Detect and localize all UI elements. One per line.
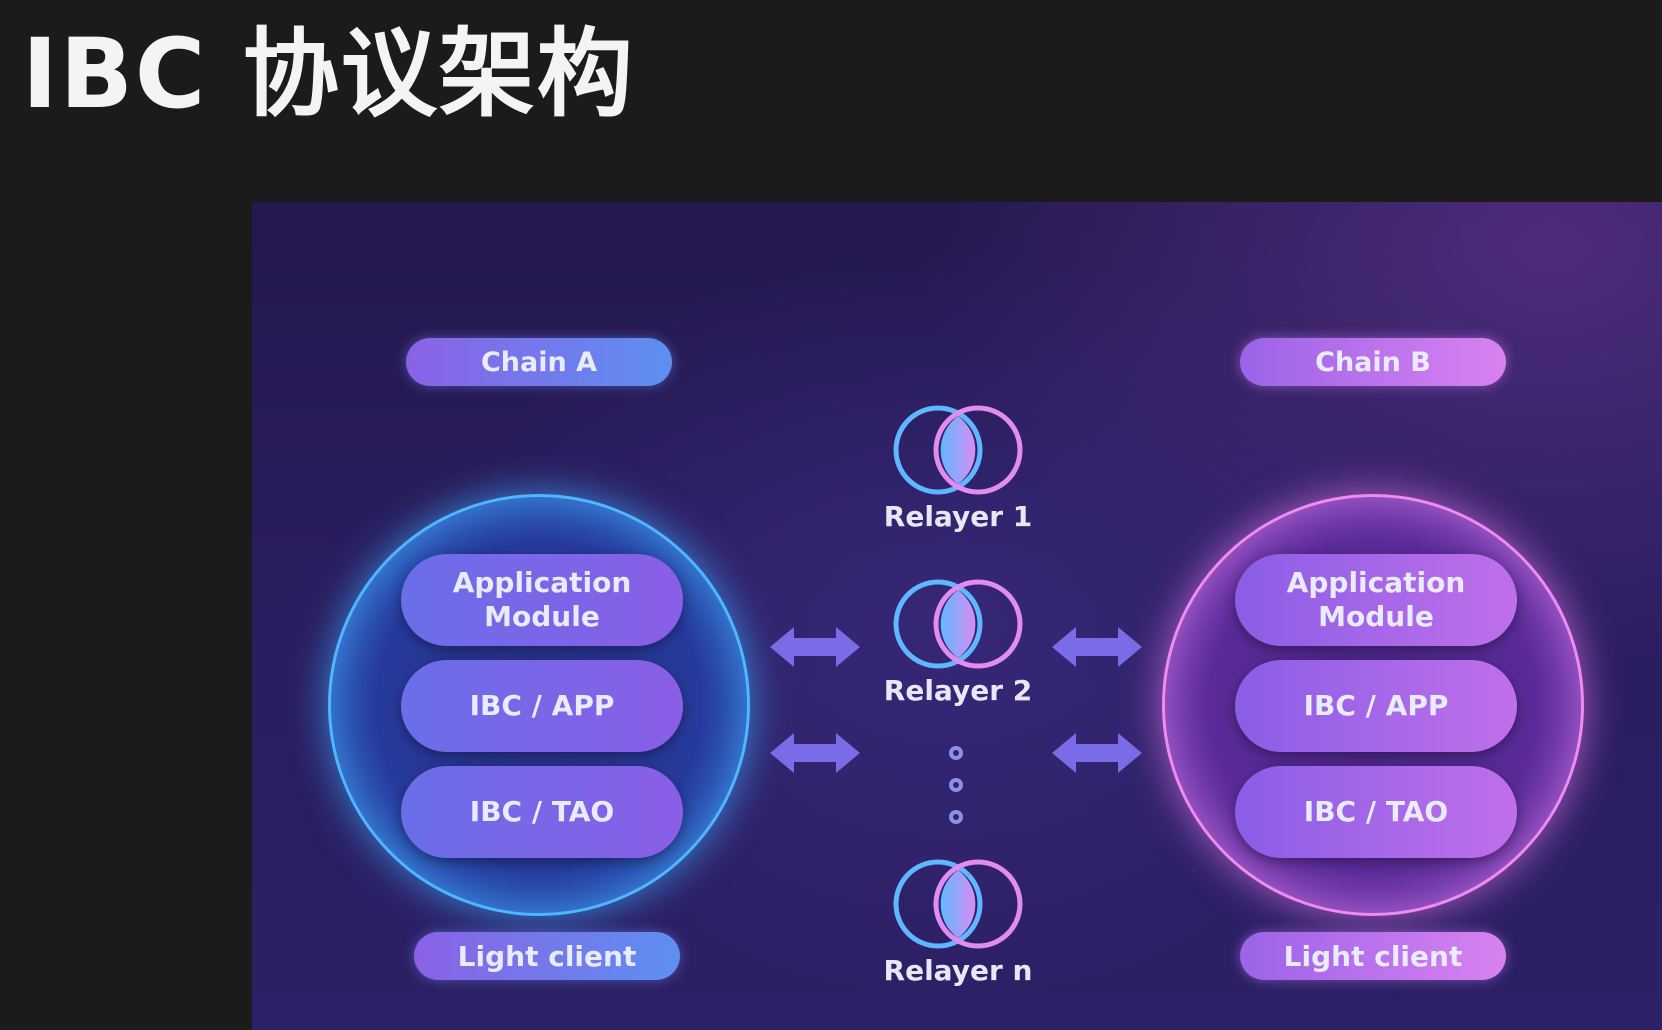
- chain-b-application-module: Application Module: [1235, 554, 1517, 646]
- chain-a-light-client: Light client: [414, 932, 680, 980]
- chain-a-ibc-tao: IBC / TAO: [401, 766, 683, 858]
- relayer-2-icon: [893, 579, 1023, 669]
- chain-b-ibc-app: IBC / APP: [1235, 660, 1517, 752]
- chain-a-ibc-app: IBC / APP: [401, 660, 683, 752]
- relayer-2-label: Relayer 2: [883, 674, 1033, 707]
- ellipsis-dot: [949, 746, 963, 760]
- double-arrow-icon: [770, 627, 860, 667]
- double-arrow-icon: [770, 733, 860, 773]
- page-title: IBC 协议架构: [22, 18, 635, 130]
- relayer-n-icon: [893, 859, 1023, 949]
- chain-b-ibc-tao: IBC / TAO: [1235, 766, 1517, 858]
- ellipsis-dot: [949, 810, 963, 824]
- relayer-1-icon: [893, 405, 1023, 495]
- relayer-n-label: Relayer n: [883, 954, 1033, 987]
- chain-a-label: Chain A: [406, 338, 672, 386]
- double-arrow-icon: [1052, 733, 1142, 773]
- chain-a-application-module: Application Module: [401, 554, 683, 646]
- ellipsis-dot: [949, 778, 963, 792]
- relayer-1-label: Relayer 1: [883, 500, 1033, 533]
- chain-b-light-client: Light client: [1240, 932, 1506, 980]
- architecture-diagram: Chain A Chain B Application Module IBC / …: [252, 202, 1662, 1030]
- double-arrow-icon: [1052, 627, 1142, 667]
- chain-b-label: Chain B: [1240, 338, 1506, 386]
